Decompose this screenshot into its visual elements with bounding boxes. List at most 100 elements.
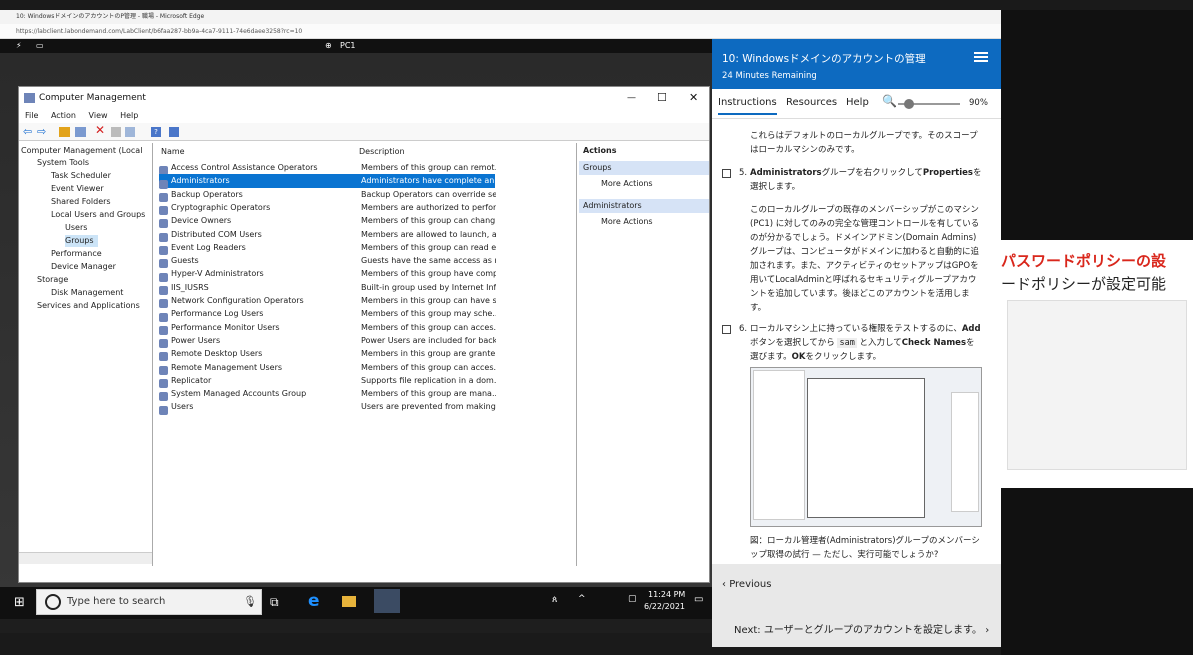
up-folder-icon[interactable]: [59, 127, 70, 137]
table-row[interactable]: Device Owners Members of this group can c…: [159, 214, 496, 229]
zoom-slider-thumb[interactable]: [904, 99, 914, 109]
menu-action[interactable]: Action: [51, 111, 76, 120]
table-row[interactable]: Remote Desktop Users Members in this grou…: [159, 347, 496, 362]
tab-help[interactable]: Help: [846, 97, 869, 108]
tree-item-storage[interactable]: Storage: [37, 274, 68, 286]
table-row[interactable]: Performance Monitor Users Members of this…: [159, 321, 496, 335]
close-button[interactable]: ✕: [689, 87, 698, 109]
group-description: Members of this group can acces...: [361, 322, 496, 332]
group-description: Backup Operators can override se...: [361, 189, 496, 199]
maximize-button[interactable]: ☐: [657, 87, 667, 109]
monitor-icon[interactable]: ▭: [36, 39, 44, 53]
figure-screenshot[interactable]: [750, 367, 982, 527]
lab-header: 10: Windowsドメインのアカウントの管理 24 Minutes Rema…: [712, 39, 1001, 89]
lab-panel: 10: Windowsドメインのアカウントの管理 24 Minutes Rema…: [712, 39, 1001, 647]
group-description: Users are prevented from making ...: [361, 402, 496, 412]
table-row[interactable]: Remote Management Users Members of this g…: [159, 361, 496, 375]
export-list-icon[interactable]: [125, 127, 135, 137]
file-explorer-icon[interactable]: [342, 596, 356, 607]
tree-item-performance[interactable]: Performance: [51, 248, 102, 260]
menu-view[interactable]: View: [89, 111, 108, 120]
tray-chevron-icon[interactable]: ^: [578, 594, 586, 604]
table-row[interactable]: Performance Log Users Members of this gro…: [159, 307, 496, 322]
people-icon[interactable]: ጰ: [552, 595, 557, 605]
edge-browser-icon[interactable]: e: [308, 591, 320, 611]
tree-item-task-scheduler[interactable]: Task Scheduler: [51, 170, 111, 182]
properties-icon[interactable]: [111, 127, 121, 137]
column-header-name[interactable]: Name: [161, 146, 185, 158]
group-name: Power Users: [171, 335, 221, 345]
actions-groups-section[interactable]: Groups: [579, 161, 709, 175]
taskbar-time[interactable]: 11:24 PM: [648, 590, 685, 599]
tab-resources[interactable]: Resources: [786, 97, 837, 108]
taskbar-search[interactable]: Type here to search 🎙: [36, 589, 262, 615]
table-row[interactable]: Administrators Administrators have comple…: [159, 174, 496, 189]
tree-item-users[interactable]: Users: [65, 222, 87, 234]
minimize-button[interactable]: —: [627, 87, 636, 109]
computer-management-taskbar-icon[interactable]: [374, 589, 400, 613]
tree-item-groups[interactable]: Groups: [65, 235, 98, 247]
tree-item-services-and-applications[interactable]: Services and Applications: [37, 300, 140, 312]
help-icon[interactable]: ?: [151, 127, 161, 137]
tree-item-computer-management[interactable]: Computer Management (Local: [21, 145, 142, 157]
table-row[interactable]: Event Log Readers Members of this group c…: [159, 241, 496, 256]
column-header-description[interactable]: Description: [359, 146, 405, 158]
network-icon[interactable]: ▢: [628, 594, 637, 604]
table-row[interactable]: Backup Operators Backup Operators can ove…: [159, 188, 496, 202]
actions-administrators-section[interactable]: Administrators: [579, 199, 709, 213]
table-row[interactable]: Power Users Power Users are included for …: [159, 334, 496, 349]
back-arrow-icon[interactable]: ⇦: [23, 125, 32, 138]
table-row[interactable]: Guests Guests have the same access as m..…: [159, 254, 496, 269]
menu-file[interactable]: File: [25, 111, 38, 120]
typed-text-sam[interactable]: sam: [837, 338, 857, 348]
group-description: Members of this group can remot...: [361, 163, 496, 172]
taskbar-date[interactable]: 6/22/2021: [644, 602, 685, 611]
group-description: Members of this group may sche...: [361, 309, 496, 319]
step-6-number: 6.: [739, 324, 748, 334]
hamburger-menu-icon[interactable]: [974, 52, 988, 54]
table-row[interactable]: IIS_IUSRS Built-in group used by Internet…: [159, 281, 496, 295]
tree-item-device-manager[interactable]: Device Manager: [51, 261, 116, 273]
tree-item-system-tools[interactable]: System Tools: [37, 157, 89, 169]
table-row[interactable]: Hyper-V Administrators Members of this gr…: [159, 267, 496, 282]
tree-item-local-users-and-groups[interactable]: Local Users and Groups: [51, 209, 145, 221]
more-actions-administrators[interactable]: More Actions: [601, 215, 653, 229]
table-row[interactable]: Access Control Assistance Operators Membe…: [159, 161, 496, 176]
table-row[interactable]: Distributed COM Users Members are allowed…: [159, 228, 496, 242]
table-row[interactable]: Network Configuration Operators Members i…: [159, 294, 496, 309]
windows-start-icon[interactable]: ⊞: [14, 595, 25, 610]
show-hide-action-pane-icon[interactable]: [169, 127, 179, 137]
group-name: Backup Operators: [171, 189, 243, 199]
tree-horizontal-scrollbar[interactable]: [19, 552, 152, 564]
task-view-icon[interactable]: ⧉: [270, 595, 279, 610]
tree-item-event-viewer[interactable]: Event Viewer: [51, 183, 104, 195]
delete-icon[interactable]: ✕: [95, 123, 105, 137]
address-bar[interactable]: https://labclient.labondemand.com/LabCli…: [0, 24, 1001, 39]
forward-arrow-icon[interactable]: ⇨: [37, 125, 46, 138]
console-tree-icon[interactable]: [75, 127, 86, 137]
more-actions-groups[interactable]: More Actions: [601, 177, 653, 191]
url-text[interactable]: https://labclient.labondemand.com/LabCli…: [16, 28, 302, 35]
lightning-icon[interactable]: ⚡: [16, 39, 22, 53]
figure-caption: 図：ローカル管理者(Administrators)グループのメンバーシップ取得の…: [750, 536, 980, 560]
table-row[interactable]: Cryptographic Operators Members are autho…: [159, 201, 496, 216]
group-description: Members are authorized to perfor...: [361, 202, 496, 212]
step-5-checkbox[interactable]: [722, 169, 731, 178]
previous-link[interactable]: ‹ Previous: [722, 579, 771, 590]
tree-item-disk-management[interactable]: Disk Management: [51, 287, 123, 299]
menu-help[interactable]: Help: [120, 111, 138, 120]
paragraph-membership: このローカルグループの既存のメンバーシップがこのマシン(PC1) に対してのみの…: [750, 205, 980, 313]
table-row[interactable]: System Managed Accounts Group Members of …: [159, 387, 496, 402]
notification-icon[interactable]: ▭: [694, 594, 703, 605]
tree-item-shared-folders[interactable]: Shared Folders: [51, 196, 111, 208]
instructions-content: これらはデフォルトのローカルグループです。そのスコープはローカルマシンのみです。…: [712, 119, 1001, 603]
figure-properties-dialog: [807, 378, 925, 518]
lab-tabs: Instructions Resources Help 🔍 90%: [712, 89, 1001, 119]
next-link[interactable]: Next: ユーザーとグループのアカウントを設定します。 ›: [734, 621, 989, 636]
microphone-icon[interactable]: 🎙: [243, 590, 257, 614]
table-row[interactable]: Users Users are prevented from making ...: [159, 400, 496, 415]
step-6-checkbox[interactable]: [722, 325, 731, 334]
tab-instructions[interactable]: Instructions: [718, 97, 777, 115]
group-description: Supports file replication in a dom...: [361, 375, 496, 385]
table-row[interactable]: Replicator Supports file replication in a…: [159, 374, 496, 389]
